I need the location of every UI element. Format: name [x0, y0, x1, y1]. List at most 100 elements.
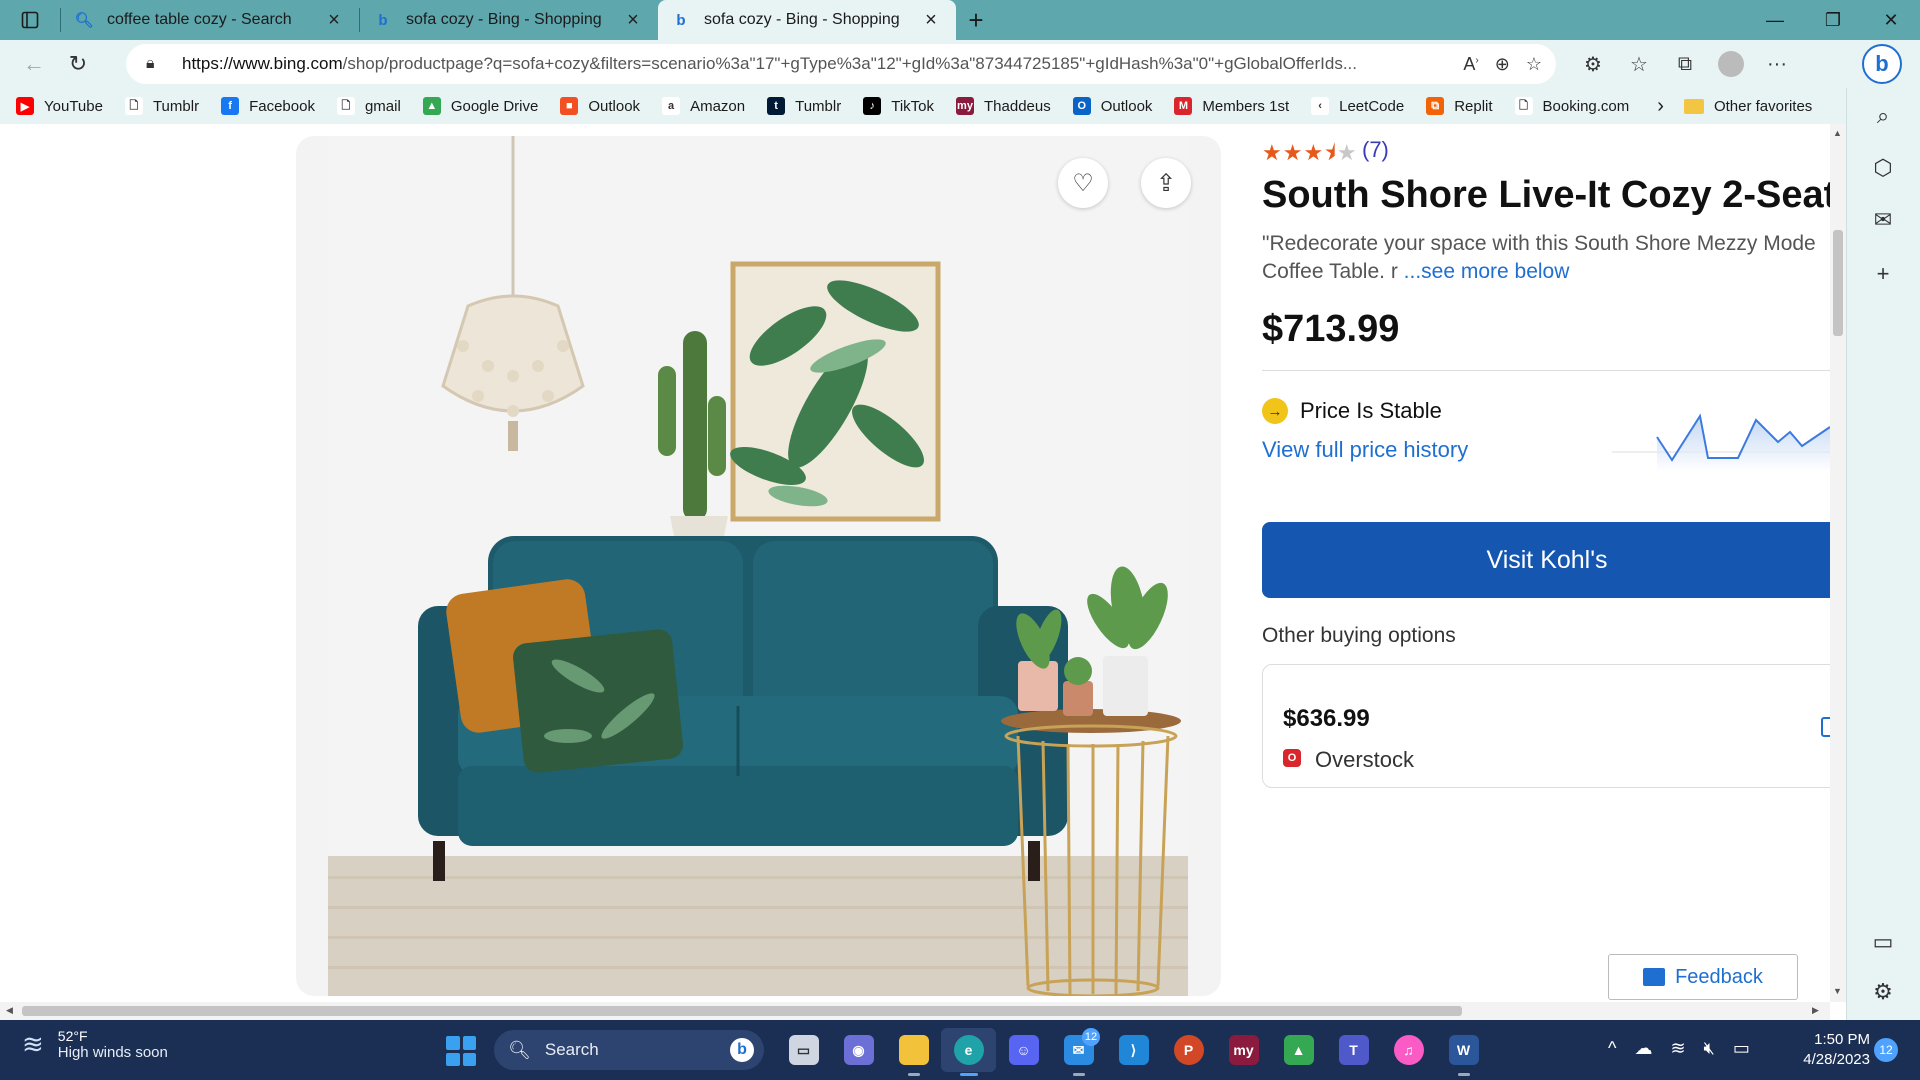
- favorite-google-drive[interactable]: ▲ Google Drive: [422, 97, 538, 115]
- tab-actions-button[interactable]: [0, 0, 60, 40]
- close-window-button[interactable]: ✕: [1862, 0, 1920, 40]
- chevron-up-icon[interactable]: ^: [1608, 1038, 1616, 1059]
- refresh-button[interactable]: ↻: [56, 44, 100, 84]
- favorite-leetcode[interactable]: ‹ LeetCode: [1311, 97, 1404, 115]
- minimize-button[interactable]: —: [1746, 0, 1804, 40]
- lock-icon[interactable]: 🔒︎: [146, 55, 168, 73]
- wifi-icon[interactable]: ≋: [1670, 1038, 1685, 1059]
- vertical-scroll-thumb[interactable]: [1833, 230, 1843, 336]
- vertical-scrollbar[interactable]: ▲ ▼: [1830, 124, 1846, 1002]
- add-favorite-icon[interactable]: ☆: [1526, 54, 1542, 75]
- visit-store-button[interactable]: Visit Kohl's: [1262, 522, 1830, 598]
- teams-app[interactable]: T: [1326, 1028, 1381, 1072]
- url-text[interactable]: https://www.bing.com/shop/productpage?q=…: [182, 54, 1412, 74]
- sidebar-toggle-icon[interactable]: ▭: [1865, 924, 1901, 960]
- horizontal-scroll-thumb[interactable]: [22, 1006, 1462, 1016]
- google-drive-app[interactable]: ▲: [1271, 1028, 1326, 1072]
- favorite-tiktok[interactable]: ♪ TikTok: [863, 97, 934, 115]
- favorite-outlook[interactable]: O Outlook: [1072, 97, 1152, 115]
- window-controls: — ❐ ✕: [1746, 0, 1920, 40]
- back-button[interactable]: ←: [12, 44, 56, 84]
- close-icon[interactable]: ×: [323, 9, 345, 31]
- favorite-heart-button[interactable]: ♡: [1058, 158, 1108, 208]
- tab-coffee-table-search[interactable]: 🔍︎ coffee table cozy - Search ×: [61, 0, 359, 40]
- notification-badge[interactable]: 12: [1874, 1038, 1898, 1062]
- favorite-outlook[interactable]: ■ Outlook: [560, 97, 640, 115]
- zoom-icon[interactable]: ⊕: [1495, 54, 1510, 75]
- other-favorites-folder[interactable]: Other favorites: [1683, 98, 1812, 115]
- address-bar[interactable]: 🔒︎ https://www.bing.com/shop/productpage…: [126, 44, 1556, 84]
- itunes-app[interactable]: ♫: [1381, 1028, 1436, 1072]
- onedrive-icon[interactable]: ☁: [1634, 1038, 1652, 1059]
- arrow-right-icon: →: [1262, 398, 1288, 424]
- review-count-link[interactable]: (7): [1362, 137, 1389, 163]
- search-icon[interactable]: ⌕: [1865, 98, 1901, 134]
- scroll-up-icon[interactable]: ▲: [1833, 128, 1842, 138]
- address-bar-icons: A› ⊕ ☆: [1463, 44, 1542, 84]
- product-photo[interactable]: [328, 136, 1188, 996]
- profile-button[interactable]: [1708, 44, 1754, 84]
- close-icon[interactable]: ×: [622, 9, 644, 31]
- edge-app[interactable]: e: [941, 1028, 996, 1076]
- bing-chat-button[interactable]: b: [1862, 44, 1902, 84]
- battery-icon[interactable]: ▭: [1733, 1038, 1750, 1059]
- tab-sofa-cozy-shopping[interactable]: b sofa cozy - Bing - Shopping ×: [360, 0, 658, 40]
- external-link-icon[interactable]: [1821, 717, 1830, 737]
- time: 1:50 PM: [1814, 1031, 1870, 1048]
- favorite-tumblr[interactable]: 🗋 Tumblr: [124, 97, 199, 115]
- horizontal-scrollbar[interactable]: ◀ ▶: [0, 1002, 1830, 1020]
- new-tab-button[interactable]: +: [956, 0, 996, 40]
- empty-star-icon: ★: [1336, 140, 1358, 165]
- file-explorer-app[interactable]: [886, 1028, 941, 1076]
- add-icon[interactable]: +: [1865, 256, 1901, 292]
- shopping-icon[interactable]: ⬡: [1865, 150, 1901, 186]
- vscode-app[interactable]: ⟩: [1106, 1028, 1161, 1072]
- star-icon: ★★★: [1262, 140, 1325, 165]
- price-history-link[interactable]: View full price history: [1262, 437, 1468, 463]
- scroll-left-icon[interactable]: ◀: [6, 1005, 13, 1016]
- settings-more-icon[interactable]: ···: [1754, 44, 1800, 84]
- word-app[interactable]: W: [1436, 1028, 1491, 1076]
- gear-icon[interactable]: ⚙: [1865, 974, 1901, 1010]
- favicon-icon: ⧉: [1426, 97, 1445, 115]
- favorite-replit[interactable]: ⧉ Replit: [1426, 97, 1493, 115]
- favorite-tumblr[interactable]: t Tumblr: [767, 97, 841, 115]
- offer-card[interactable]: $636.99 O Overstock: [1262, 664, 1830, 788]
- feedback-button[interactable]: Feedback: [1608, 954, 1798, 1000]
- outlook-icon[interactable]: ✉: [1865, 202, 1901, 238]
- chevron-right-icon[interactable]: ›: [1657, 95, 1664, 118]
- favorite-gmail[interactable]: 🗋 gmail: [336, 97, 401, 115]
- taskbar-search[interactable]: 🔍︎ Search b: [494, 1030, 764, 1070]
- scroll-right-icon[interactable]: ▶: [1812, 1005, 1819, 1016]
- see-more-link[interactable]: ...see more below: [1404, 260, 1570, 283]
- favicon-icon: t: [767, 97, 786, 115]
- weather-widget[interactable]: ≋ 52°F High winds soon: [22, 1028, 168, 1061]
- scroll-down-icon[interactable]: ▼: [1833, 986, 1842, 996]
- extensions-icon[interactable]: ⚙︎: [1570, 44, 1616, 84]
- myapp-app[interactable]: my: [1216, 1028, 1271, 1072]
- favorite-amazon[interactable]: a Amazon: [662, 97, 745, 115]
- maximize-button[interactable]: ❐: [1804, 0, 1862, 40]
- collections-icon[interactable]: ⧉: [1662, 44, 1708, 84]
- discord-app[interactable]: ☺: [996, 1028, 1051, 1072]
- favorite-label: Members 1st: [1202, 97, 1290, 115]
- clock[interactable]: 1:50 PM 4/28/2023: [1790, 1030, 1870, 1070]
- mail-app[interactable]: ✉ 12: [1051, 1028, 1106, 1076]
- favorite-youtube[interactable]: ▶ YouTube: [16, 97, 103, 115]
- powerpoint-app[interactable]: P: [1161, 1028, 1216, 1072]
- mail-badge: 12: [1082, 1028, 1100, 1046]
- favorite-thaddeus[interactable]: my Thaddeus: [956, 97, 1051, 115]
- favorite-members-1st[interactable]: M Members 1st: [1174, 97, 1289, 115]
- favorite-label: Outlook: [588, 97, 641, 115]
- read-aloud-icon[interactable]: A›: [1463, 54, 1478, 75]
- favorite-booking-com[interactable]: 🗋 Booking.com: [1514, 97, 1629, 115]
- volume-muted-icon[interactable]: 🔇︎: [1704, 1038, 1715, 1059]
- favorite-facebook[interactable]: f Facebook: [221, 97, 315, 115]
- share-button[interactable]: ⇪: [1141, 158, 1191, 208]
- tab-sofa-cozy-shopping-active[interactable]: b sofa cozy - Bing - Shopping ×: [658, 0, 956, 40]
- task-view-button[interactable]: ▭: [776, 1028, 831, 1072]
- start-button[interactable]: [446, 1036, 476, 1066]
- close-icon[interactable]: ×: [920, 9, 942, 31]
- favorites-icon[interactable]: ☆: [1616, 44, 1662, 84]
- chat-app[interactable]: ◉: [831, 1028, 886, 1072]
